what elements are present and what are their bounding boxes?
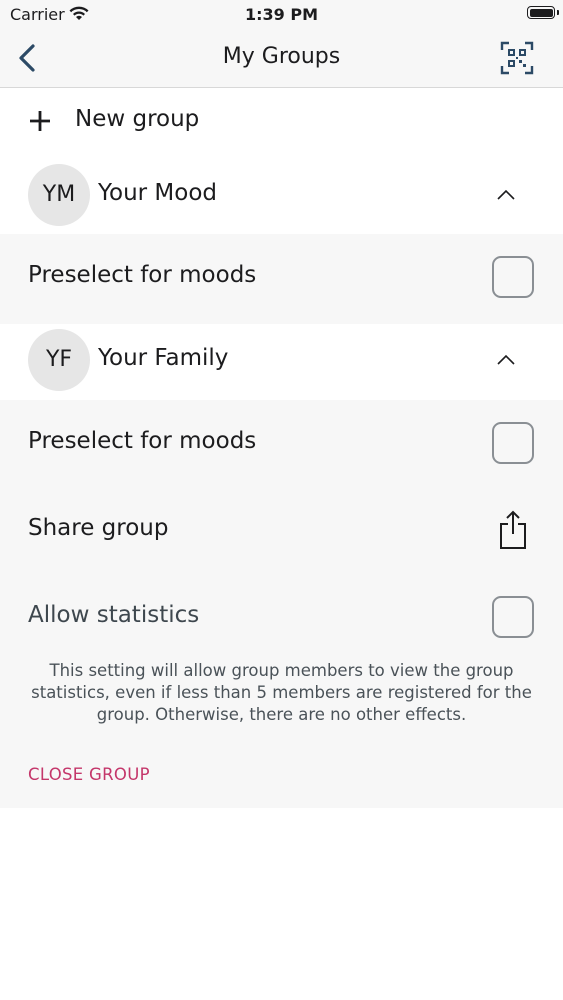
navigation-bar: My Groups [0,30,563,88]
allow-statistics-label: Allow statistics [28,602,200,628]
chevron-up-icon[interactable] [494,183,518,207]
avatar: YF [28,329,90,391]
allow-statistics-checkbox[interactable] [492,596,534,638]
group-name: Your Mood [98,180,217,206]
group-header-your-mood[interactable]: YM Your Mood [0,156,563,234]
share-group-label[interactable]: Share group [28,515,168,541]
preselect-checkbox[interactable] [492,256,534,298]
preselect-row-your-mood: Preselect for moods [0,234,563,324]
group-name: Your Family [98,345,229,371]
preselect-checkbox[interactable] [492,422,534,464]
status-bar: Carrier 1:39 PM [0,0,563,30]
statistics-info-text: This setting will allow group members to… [31,661,532,724]
close-group-button[interactable]: CLOSE GROUP [28,765,150,784]
qr-code-scanner-icon[interactable] [500,41,534,75]
preselect-label: Preselect for moods [28,262,257,288]
page-title: My Groups [222,44,341,69]
battery-icon [527,6,559,19]
new-group-label[interactable]: New group [75,106,199,132]
share-icon[interactable] [498,510,528,550]
group-header-your-family[interactable]: YF Your Family [0,324,563,400]
plus-icon[interactable] [28,109,52,133]
new-group-row[interactable]: New group [0,88,563,156]
status-time: 1:39 PM [244,5,318,24]
avatar: YM [28,164,90,226]
preselect-label: Preselect for moods [28,428,257,454]
chevron-up-icon[interactable] [494,348,518,372]
